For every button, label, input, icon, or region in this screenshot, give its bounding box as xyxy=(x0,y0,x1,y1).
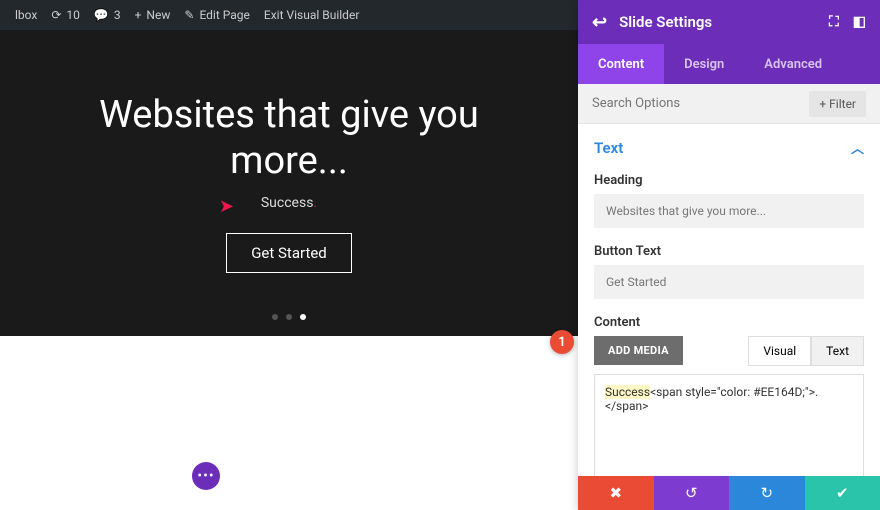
undo-button[interactable]: ↺ xyxy=(654,476,730,510)
slide-heading: Websites that give you more... xyxy=(99,93,479,184)
editor-tab-visual[interactable]: Visual xyxy=(748,336,811,366)
slider-dot[interactable] xyxy=(286,314,292,320)
editor-tab-text[interactable]: Text xyxy=(811,336,864,366)
settings-panel: ↩ Slide Settings ⛶ ◧ Content Design Adva… xyxy=(578,0,880,510)
plus-icon: + xyxy=(135,8,142,22)
panel-search: + Filter xyxy=(578,84,880,124)
refresh-icon: ⟳ xyxy=(51,8,61,22)
refresh-button[interactable]: ⟳ 10 xyxy=(44,0,87,30)
get-started-button[interactable]: Get Started xyxy=(226,233,352,273)
button-text-label: Button Text xyxy=(594,244,864,259)
discard-button[interactable]: ✖ xyxy=(578,476,654,510)
slider-dot[interactable] xyxy=(272,314,278,320)
back-icon[interactable]: ↩ xyxy=(592,12,607,33)
redo-button[interactable]: ↻ xyxy=(729,476,805,510)
panel-header: ↩ Slide Settings ⛶ ◧ xyxy=(578,0,880,44)
comments-button[interactable]: 💬 3 xyxy=(87,0,128,30)
content-label: Content xyxy=(594,315,864,330)
comment-icon: 💬 xyxy=(94,8,109,22)
editor-tabs: Visual Text xyxy=(748,336,864,366)
button-text-input[interactable] xyxy=(594,265,864,299)
toolbox-menu[interactable]: lbox xyxy=(8,0,44,30)
filter-button[interactable]: + Filter xyxy=(809,91,866,117)
panel-body: Text ︿ Heading Button Text Content ADD M… xyxy=(578,124,880,476)
slider-dots[interactable] xyxy=(272,314,306,320)
expand-icon[interactable]: ⛶ xyxy=(829,14,839,30)
slider-dot-active[interactable] xyxy=(300,314,306,320)
section-text-toggle[interactable]: Text ︿ xyxy=(594,138,864,157)
plus-icon: + xyxy=(819,97,829,111)
slide-subtext: ➤ Success. xyxy=(261,195,317,211)
pencil-icon: ✎ xyxy=(184,8,194,22)
tab-advanced[interactable]: Advanced xyxy=(744,44,842,84)
chevron-up-icon: ︿ xyxy=(851,138,864,157)
snap-icon[interactable]: ◧ xyxy=(853,14,866,30)
tab-content[interactable]: Content xyxy=(578,44,664,84)
panel-title: Slide Settings xyxy=(619,13,712,31)
panel-footer: ✖ ↺ ↻ ✔ xyxy=(578,476,880,510)
heading-label: Heading xyxy=(594,173,864,188)
annotation-marker-1: 1 xyxy=(550,330,574,354)
builder-fab[interactable]: ••• xyxy=(192,462,220,490)
heading-input[interactable] xyxy=(594,194,864,228)
content-editor[interactable]: Success<span style="color: #EE164D;">.</… xyxy=(594,374,864,476)
page-canvas xyxy=(0,336,578,510)
tab-design[interactable]: Design xyxy=(664,44,744,84)
pointer-arrow-icon: ➤ xyxy=(219,196,234,217)
slide-preview: Websites that give you more... ➤ Success… xyxy=(0,30,578,336)
exit-builder-button[interactable]: Exit Visual Builder xyxy=(257,0,367,30)
save-button[interactable]: ✔ xyxy=(805,476,880,510)
add-media-button[interactable]: ADD MEDIA xyxy=(594,336,683,365)
edit-page-button[interactable]: ✎ Edit Page xyxy=(177,0,257,30)
search-input[interactable] xyxy=(592,96,809,111)
new-button[interactable]: + New xyxy=(128,0,178,30)
panel-tabs: Content Design Advanced xyxy=(578,44,880,84)
